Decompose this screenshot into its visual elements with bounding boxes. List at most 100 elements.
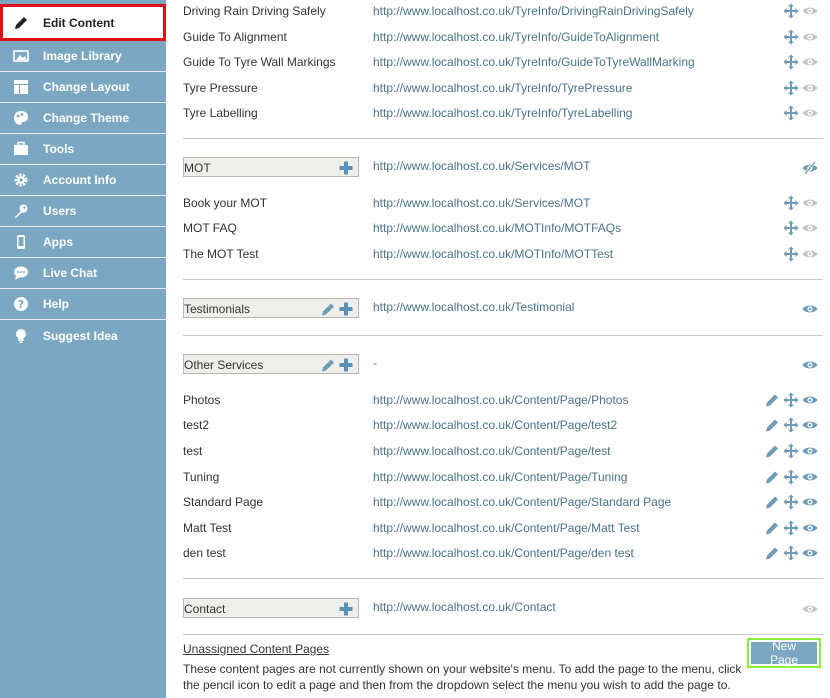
menu-box[interactable]: Contact — [183, 598, 359, 618]
pencil-icon[interactable] — [764, 392, 780, 408]
move-icon[interactable] — [783, 417, 799, 433]
sidebar: Edit Content Image Library Change Layout… — [0, 0, 166, 698]
page-name: Standard Page — [183, 495, 264, 509]
pencil-icon[interactable] — [764, 545, 780, 561]
pencil-icon[interactable] — [320, 357, 336, 373]
pencil-icon[interactable] — [764, 469, 780, 485]
eye-icon[interactable] — [802, 3, 818, 19]
pencil-icon[interactable] — [764, 417, 780, 433]
move-icon[interactable] — [783, 494, 799, 510]
new-page-button[interactable]: New Page — [751, 639, 817, 667]
move-icon[interactable] — [783, 545, 799, 561]
pencil-icon[interactable] — [764, 494, 780, 510]
menu-box[interactable]: Testimonials — [183, 298, 359, 318]
move-icon[interactable] — [783, 80, 799, 96]
eye-icon[interactable] — [802, 443, 818, 459]
list-item: Guide To Tyre Wall Markings http://www.l… — [166, 51, 830, 75]
move-icon[interactable] — [783, 220, 799, 236]
sidebar-item-change-layout[interactable]: Change Layout — [0, 72, 166, 103]
page-name: Matt Test — [183, 521, 232, 535]
eye-icon[interactable] — [802, 195, 818, 211]
sidebar-item-account-info[interactable]: Account Info — [0, 165, 166, 196]
move-icon[interactable] — [783, 469, 799, 485]
list-item: Guide To Alignment http://www.localhost.… — [166, 26, 830, 50]
page-url[interactable]: http://www.localhost.co.uk/TyreInfo/Tyre… — [373, 106, 632, 120]
menu-url[interactable]: http://www.localhost.co.uk/Services/MOT — [373, 159, 590, 173]
list-item: Tuning http://www.localhost.co.uk/Conten… — [166, 466, 830, 490]
eye-icon[interactable] — [802, 80, 818, 96]
page-url[interactable]: http://www.localhost.co.uk/Content/Page/… — [373, 444, 610, 458]
eye-icon[interactable] — [802, 469, 818, 485]
move-icon[interactable] — [783, 29, 799, 45]
page-url[interactable]: http://www.localhost.co.uk/TyreInfo/Driv… — [373, 4, 694, 18]
page-url[interactable]: http://www.localhost.co.uk/Content/Page/… — [373, 495, 671, 509]
move-icon[interactable] — [783, 520, 799, 536]
menu-box[interactable]: Other Services — [183, 354, 359, 374]
list-item: Photos http://www.localhost.co.uk/Conten… — [166, 389, 830, 413]
plus-icon[interactable] — [338, 160, 354, 176]
sidebar-item-change-theme[interactable]: Change Theme — [0, 103, 166, 134]
move-icon[interactable] — [783, 54, 799, 70]
eye-icon[interactable] — [802, 220, 818, 236]
eye-icon[interactable] — [802, 246, 818, 262]
move-icon[interactable] — [783, 195, 799, 211]
sidebar-item-help[interactable]: ? Help — [0, 289, 166, 320]
pencil-icon[interactable] — [320, 301, 336, 317]
sidebar-item-image-library[interactable]: Image Library — [0, 41, 166, 72]
page-url[interactable]: http://www.localhost.co.uk/Content/Page/… — [373, 470, 627, 484]
unassigned-description: These content pages are not currently sh… — [183, 662, 742, 692]
eye-hidden-icon[interactable] — [802, 160, 818, 176]
eye-icon[interactable] — [802, 601, 818, 617]
menu-label: Contact — [184, 602, 226, 616]
plus-icon[interactable] — [338, 357, 354, 373]
sidebar-item-label: Users — [43, 204, 77, 218]
page-url[interactable]: http://www.localhost.co.uk/Services/MOT — [373, 196, 590, 210]
eye-icon[interactable] — [802, 545, 818, 561]
page-url[interactable]: http://www.localhost.co.uk/Content/Page/… — [373, 521, 640, 535]
eye-icon[interactable] — [802, 29, 818, 45]
sidebar-item-suggest-idea[interactable]: Suggest Idea — [0, 320, 166, 351]
eye-icon[interactable] — [802, 54, 818, 70]
list-item: test2 http://www.localhost.co.uk/Content… — [166, 414, 830, 438]
eye-icon[interactable] — [802, 494, 818, 510]
eye-icon[interactable] — [802, 520, 818, 536]
page-name: test — [183, 444, 203, 458]
list-item: Standard Page http://www.localhost.co.uk… — [166, 491, 830, 515]
page-url[interactable]: http://www.localhost.co.uk/Content/Page/… — [373, 393, 628, 407]
move-icon[interactable] — [783, 105, 799, 121]
eye-icon[interactable] — [802, 357, 818, 373]
pencil-icon[interactable] — [764, 443, 780, 459]
menu-row-mot: MOT http://www.localhost.co.uk/Services/… — [166, 157, 830, 181]
page-name: Tuning — [183, 470, 220, 484]
move-icon[interactable] — [783, 392, 799, 408]
sidebar-item-apps[interactable]: Apps — [0, 227, 166, 258]
page-name: den test — [183, 546, 226, 560]
plus-icon[interactable] — [338, 601, 354, 617]
page-name: Tyre Labelling — [183, 106, 258, 120]
sidebar-item-live-chat[interactable]: Live Chat — [0, 258, 166, 289]
menu-url[interactable]: http://www.localhost.co.uk/Testimonial — [373, 300, 574, 314]
page-url[interactable]: http://www.localhost.co.uk/Content/Page/… — [373, 418, 617, 432]
page-url[interactable]: http://www.localhost.co.uk/Content/Page/… — [373, 546, 634, 560]
sidebar-item-edit-content[interactable]: Edit Content — [0, 4, 166, 41]
move-icon[interactable] — [783, 443, 799, 459]
divider — [183, 634, 823, 635]
eye-icon[interactable] — [802, 105, 818, 121]
page-url[interactable]: http://www.localhost.co.uk/TyreInfo/Guid… — [373, 30, 659, 44]
eye-icon[interactable] — [802, 417, 818, 433]
plus-icon[interactable] — [338, 301, 354, 317]
page-url[interactable]: http://www.localhost.co.uk/MOTInfo/MOTFA… — [373, 221, 621, 235]
sidebar-item-tools[interactable]: Tools — [0, 134, 166, 165]
eye-icon[interactable] — [802, 392, 818, 408]
sidebar-item-label: Change Layout — [43, 80, 130, 94]
move-icon[interactable] — [783, 3, 799, 19]
move-icon[interactable] — [783, 246, 799, 262]
eye-icon[interactable] — [802, 301, 818, 317]
sidebar-item-users[interactable]: Users — [0, 196, 166, 227]
pencil-icon[interactable] — [764, 520, 780, 536]
menu-url[interactable]: http://www.localhost.co.uk/Contact — [373, 600, 556, 614]
page-url[interactable]: http://www.localhost.co.uk/TyreInfo/Tyre… — [373, 81, 632, 95]
menu-box[interactable]: MOT — [183, 157, 359, 177]
page-url[interactable]: http://www.localhost.co.uk/TyreInfo/Guid… — [373, 55, 695, 69]
page-url[interactable]: http://www.localhost.co.uk/MOTInfo/MOTTe… — [373, 247, 613, 261]
